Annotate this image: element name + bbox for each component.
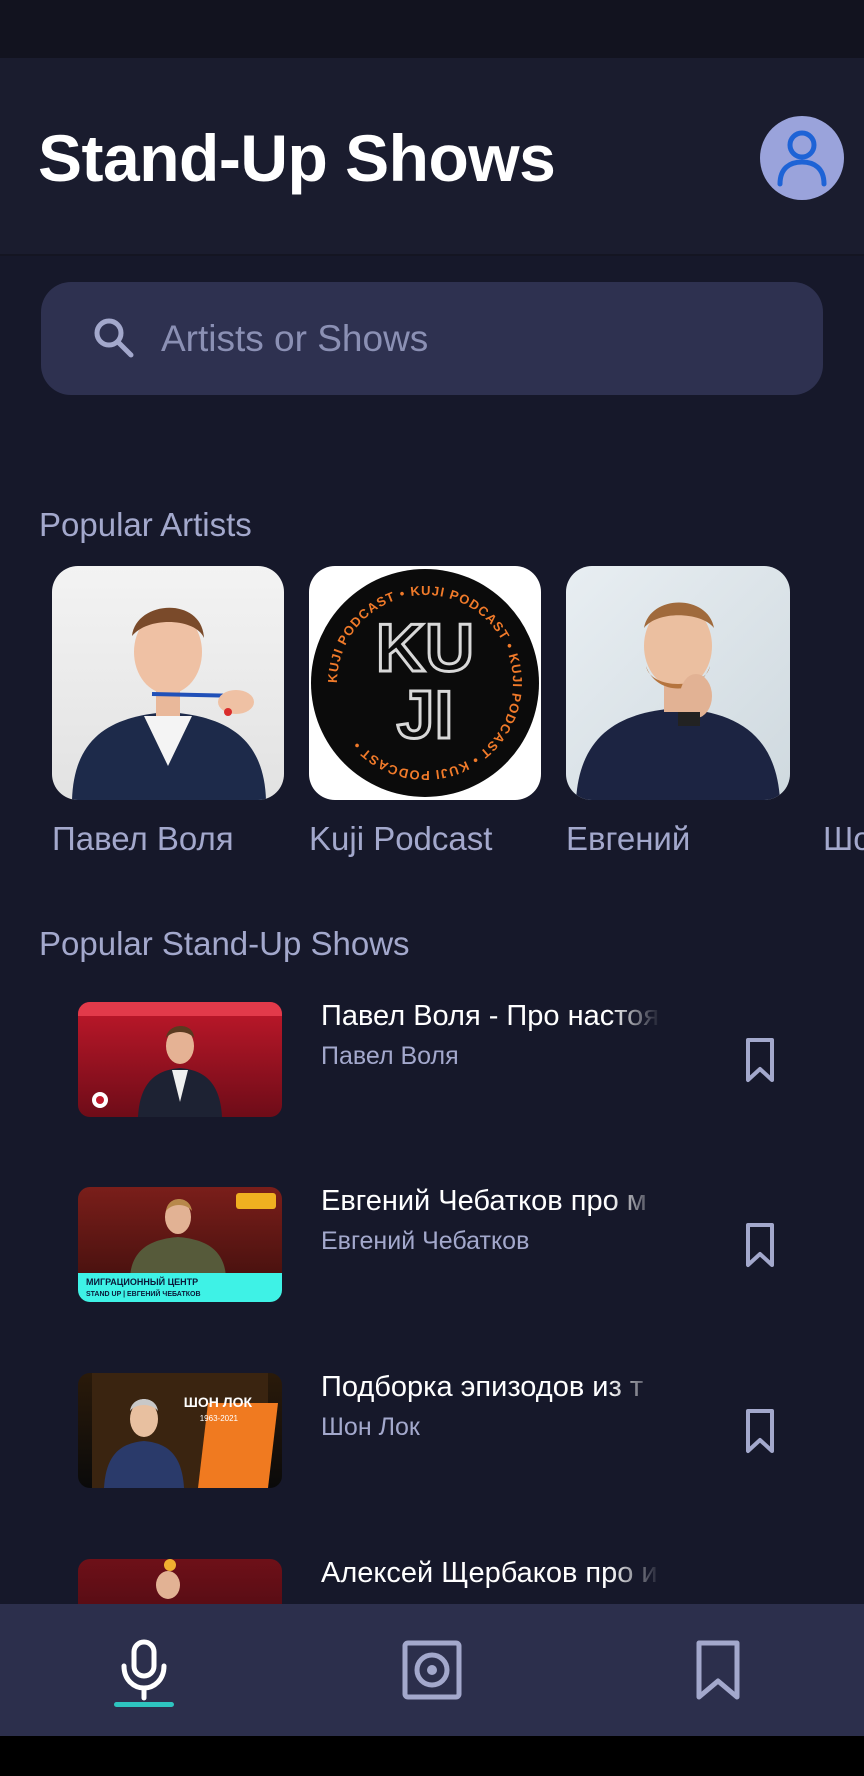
artist-card[interactable]: Павел Воля [52, 566, 288, 857]
bookmark-icon[interactable] [736, 1407, 784, 1455]
popular-shows-heading: Popular Stand-Up Shows [39, 925, 410, 962]
app-header: Stand-Up Shows [0, 58, 864, 256]
show-artist: Евгений Чебатков [321, 1227, 530, 1255]
thumbnail-caption: STAND UP | ЕВГЕНИЙ ЧЕБАТКОВ [86, 1289, 201, 1298]
artist-name: Шо [823, 820, 864, 857]
artists-carousel[interactable]: Павел Воля KUJI PODCAST • KUJI PODCAST •… [0, 566, 864, 866]
show-thumbnail [78, 1002, 282, 1117]
show-artist: Шон Лок [321, 1413, 420, 1441]
nav-speaker[interactable] [372, 1604, 492, 1736]
bookmark-icon[interactable] [736, 1221, 784, 1269]
show-thumbnail: ШОН ЛОК 1963-2021 [78, 1373, 282, 1488]
artist-photo [52, 566, 284, 800]
app-screen: Stand-Up Shows Popular Artists [0, 0, 864, 1776]
thumbnail-caption: 1963-2021 [200, 1414, 239, 1423]
user-icon [777, 130, 827, 187]
show-title: Алексей Щербаков про и [321, 1557, 658, 1589]
bottom-navigation [0, 1604, 864, 1736]
popular-artists-heading: Popular Artists [39, 506, 252, 543]
nav-microphone[interactable] [84, 1604, 204, 1736]
artist-name: Kuji Podcast [309, 820, 493, 857]
show-artist: Павел Воля [321, 1042, 459, 1070]
thumbnail-caption: ШОН ЛОК [184, 1394, 253, 1410]
thumbnail-caption: МИГРАЦИОННЫЙ ЦЕНТР [86, 1276, 198, 1287]
artist-name: Евгений [566, 820, 691, 857]
status-bar [0, 0, 864, 58]
bookmark-icon [696, 1640, 740, 1700]
artist-card[interactable]: KUJI PODCAST • KUJI PODCAST • KUJI PODCA… [309, 566, 545, 857]
show-title: Павел Воля - Про настоя [321, 1000, 660, 1032]
artist-card[interactable]: Евгений [566, 566, 802, 857]
profile-avatar-button[interactable] [760, 116, 844, 200]
show-title: Подборка эпизодов из т [321, 1371, 644, 1403]
bookmark-icon[interactable] [736, 1036, 784, 1084]
show-list-item[interactable]: Павел Воля - Про настоя Павел Воля [0, 980, 864, 1117]
system-navigation-bar [0, 1736, 864, 1776]
active-tab-indicator [114, 1702, 174, 1707]
artist-photo [566, 566, 790, 800]
show-thumbnail: МИГРАЦИОННЫЙ ЦЕНТР STAND UP | ЕВГЕНИЙ ЧЕ… [78, 1187, 282, 1302]
page-title: Stand-Up Shows [38, 121, 556, 195]
svg-text:KU: KU [376, 610, 474, 686]
microphone-icon [121, 1639, 167, 1701]
svg-text:JI: JI [397, 677, 454, 753]
artist-logo: KUJI PODCAST • KUJI PODCAST • KUJI PODCA… [309, 566, 541, 800]
show-title: Евгений Чебатков про м [321, 1185, 647, 1217]
search-icon [94, 318, 134, 358]
artist-name: Павел Воля [52, 820, 234, 857]
nav-bookmarks[interactable] [658, 1604, 778, 1736]
speaker-icon [402, 1640, 462, 1700]
search-input[interactable] [161, 282, 781, 395]
search-bar[interactable] [41, 282, 823, 395]
show-list-item[interactable]: ШОН ЛОК 1963-2021 Подборка эпизодов из т… [0, 1351, 864, 1488]
show-list-item[interactable]: МИГРАЦИОННЫЙ ЦЕНТР STAND UP | ЕВГЕНИЙ ЧЕ… [0, 1165, 864, 1302]
